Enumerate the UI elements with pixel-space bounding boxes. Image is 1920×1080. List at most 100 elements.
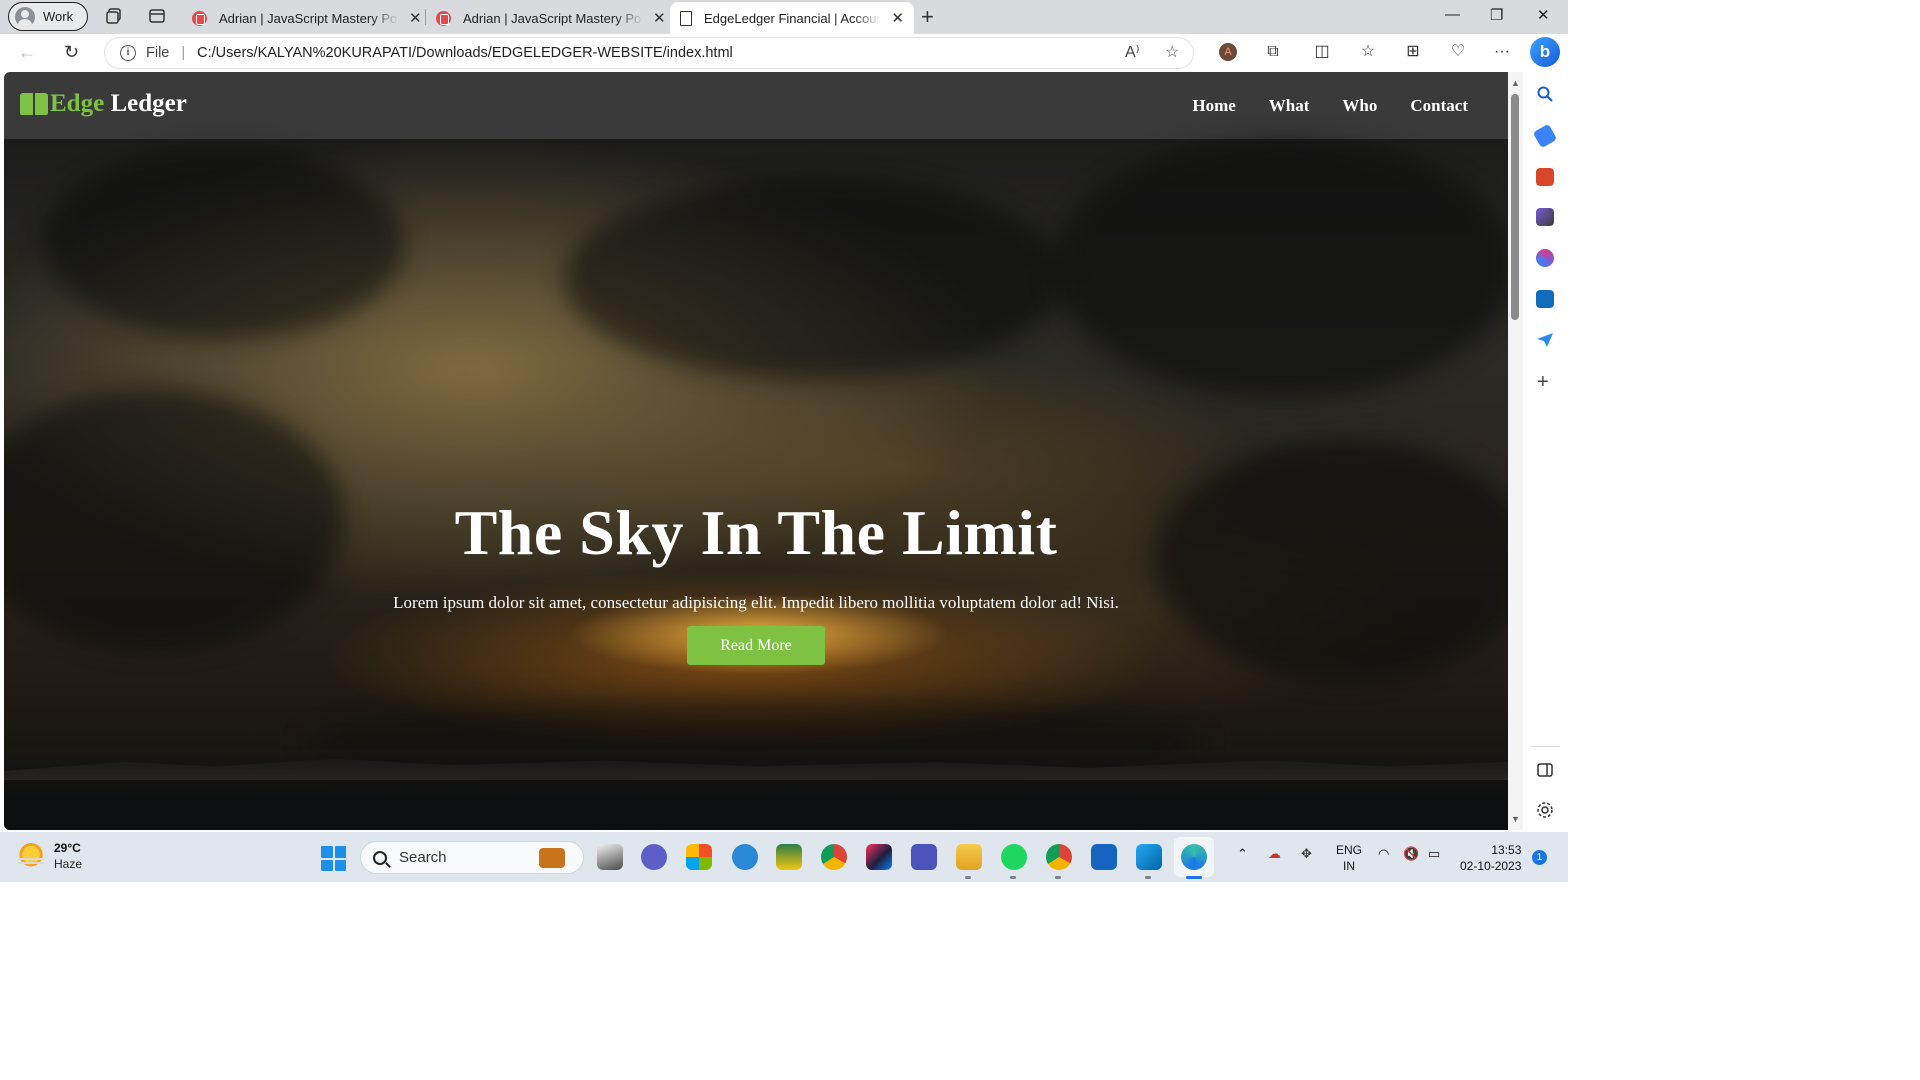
file-explorer-icon[interactable] xyxy=(956,844,982,870)
scheme-label: File xyxy=(146,45,170,61)
tab-title: Adrian | JavaScript Mastery Portfolio xyxy=(463,10,643,26)
logo-accent-text: Edge xyxy=(50,90,105,117)
chrome-profile-icon[interactable] xyxy=(1046,844,1072,870)
sidebar-drop-icon[interactable] xyxy=(1536,331,1554,349)
extension-avatar-icon[interactable]: A xyxy=(1219,43,1237,61)
sidebar-search-icon[interactable] xyxy=(1536,85,1554,103)
clock-date: 02-10-2023 xyxy=(1460,859,1522,873)
site-logo[interactable]: Edge Ledger xyxy=(20,90,187,118)
sidebar-tools-icon[interactable] xyxy=(1536,168,1554,186)
tab-actions-icon[interactable] xyxy=(148,7,166,25)
tab-adrian-1[interactable]: Adrian | JavaScript Mastery Portfolio ✕ xyxy=(182,2,432,34)
running-indicator xyxy=(1010,876,1016,879)
language-indicator[interactable]: ENG IN xyxy=(1336,842,1362,874)
search-highlight-icon xyxy=(539,848,565,868)
windows-taskbar: 29°C Haze Search ⌃ ☁ ✥ ENG IN ◠ 🔇 ▭ 13:5… xyxy=(0,832,1568,882)
language-line1: ENG xyxy=(1336,843,1363,857)
extensions-icon[interactable]: ⧉ xyxy=(1264,43,1282,61)
site-nav-links: Home What Who Contact xyxy=(1192,96,1468,116)
running-indicator xyxy=(965,876,971,879)
sidebar-shopping-icon[interactable] xyxy=(1532,123,1558,149)
hero-section: The Sky In The Limit Lorem ipsum dolor s… xyxy=(4,139,1508,830)
favorite-star-icon[interactable]: ☆ xyxy=(1165,42,1179,62)
hero-mountains xyxy=(4,750,1508,830)
hero-cloud xyxy=(44,149,404,339)
edge-browser-icon[interactable] xyxy=(1181,844,1207,870)
scroll-up-icon[interactable]: ▲ xyxy=(1511,78,1520,88)
read-aloud-icon[interactable]: A⁾ xyxy=(1125,42,1140,62)
teams-icon[interactable] xyxy=(911,844,937,870)
browser-toolbar: ← ↻ i File | C:/Users/KALYAN%20KURAPATI/… xyxy=(0,34,1568,72)
sidebar-add-icon[interactable]: + xyxy=(1537,371,1549,394)
dropbox-icon[interactable]: ✥ xyxy=(1301,846,1312,862)
close-window-icon[interactable]: ✕ xyxy=(1537,6,1550,24)
tab-close-icon[interactable]: ✕ xyxy=(891,9,904,27)
tab-edgeledger[interactable]: EdgeLedger Financial | Accounting ✕ xyxy=(670,2,914,34)
logo-text: Ledger xyxy=(104,90,187,117)
page-scrollbar[interactable]: ▲ ▼ xyxy=(1508,72,1523,830)
chrome-icon[interactable] xyxy=(821,844,847,870)
new-tab-icon[interactable]: + xyxy=(921,4,934,30)
weather-condition: Haze xyxy=(54,857,83,871)
favorites-icon[interactable]: ☆ xyxy=(1359,43,1377,61)
hero-cloud xyxy=(564,179,1064,379)
sidebar-games-icon[interactable] xyxy=(1536,208,1554,226)
sidebar-divider xyxy=(1530,746,1560,747)
collections-icon[interactable]: ⊞ xyxy=(1404,43,1422,61)
nav-link-who[interactable]: Who xyxy=(1342,96,1377,116)
taskbar-search[interactable]: Search xyxy=(360,841,584,874)
intellij-icon[interactable] xyxy=(866,844,892,870)
search-icon xyxy=(373,850,387,865)
sidebar-settings-icon[interactable] xyxy=(1536,801,1554,819)
page-document-icon xyxy=(680,10,692,26)
task-view-icon[interactable] xyxy=(597,844,623,870)
scroll-thumb[interactable] xyxy=(1511,94,1519,320)
url-text[interactable]: C:/Users/KALYAN%20KURAPATI/Downloads/EDG… xyxy=(197,45,733,61)
sidebar-microsoft365-icon[interactable] xyxy=(1536,249,1554,267)
vscode-icon[interactable] xyxy=(1136,844,1162,870)
refresh-icon[interactable]: ↻ xyxy=(64,42,79,63)
system-clock[interactable]: 13:53 02-10-2023 xyxy=(1460,842,1521,874)
taskbar-search-label: Search xyxy=(399,849,447,866)
hero-cloud xyxy=(1054,139,1508,399)
book-icon xyxy=(20,93,48,115)
split-screen-icon[interactable]: ◫ xyxy=(1313,43,1331,61)
wifi-icon[interactable]: ◠ xyxy=(1378,846,1389,862)
weather-widget[interactable]: 29°C Haze xyxy=(18,841,82,871)
browser-tab-strip: Work Adrian | JavaScript Mastery Portfol… xyxy=(0,0,1568,34)
tray-overflow-icon[interactable]: ⌃ xyxy=(1237,846,1248,862)
teams-chat-icon[interactable] xyxy=(641,844,667,870)
nav-link-contact[interactable]: Contact xyxy=(1410,96,1468,116)
restore-icon[interactable]: ❐ xyxy=(1490,6,1503,24)
studio-icon[interactable] xyxy=(1091,844,1117,870)
scroll-down-icon[interactable]: ▼ xyxy=(1511,814,1520,824)
app-installer-icon[interactable] xyxy=(776,844,802,870)
workspaces-icon[interactable] xyxy=(105,7,123,25)
clock-time: 13:53 xyxy=(1491,843,1522,857)
tab-adrian-2[interactable]: Adrian | JavaScript Mastery Portfolio ✕ xyxy=(426,2,676,34)
sidebar-hide-icon[interactable] xyxy=(1536,761,1554,779)
browser-essentials-icon[interactable]: ♡ xyxy=(1449,43,1467,61)
minimize-icon[interactable]: — xyxy=(1445,6,1460,23)
tab-close-icon[interactable]: ✕ xyxy=(653,9,666,27)
notification-badge[interactable]: 1 xyxy=(1532,850,1547,865)
sidebar-outlook-icon[interactable] xyxy=(1536,290,1554,308)
get-help-icon[interactable] xyxy=(732,844,758,870)
nav-link-home[interactable]: Home xyxy=(1192,96,1235,116)
site-info-icon[interactable]: i xyxy=(120,45,136,61)
bing-copilot-icon[interactable]: b xyxy=(1530,37,1560,67)
battery-icon[interactable]: ▭ xyxy=(1428,846,1440,862)
windows-start-icon[interactable] xyxy=(321,846,346,871)
microsoft-store-icon[interactable] xyxy=(686,844,712,870)
read-more-button[interactable]: Read More xyxy=(687,626,825,665)
back-icon[interactable]: ← xyxy=(18,42,36,63)
nav-link-what[interactable]: What xyxy=(1269,96,1310,116)
spotify-icon[interactable] xyxy=(1001,844,1027,870)
address-bar[interactable]: i File | C:/Users/KALYAN%20KURAPATI/Down… xyxy=(104,37,1194,69)
onedrive-error-icon[interactable]: ☁ xyxy=(1268,846,1281,862)
settings-more-icon[interactable]: ··· xyxy=(1493,43,1511,61)
profile-button[interactable]: Work xyxy=(8,2,88,31)
haze-weather-icon xyxy=(18,843,44,869)
volume-muted-icon[interactable]: 🔇 xyxy=(1403,846,1419,862)
tab-close-icon[interactable]: ✕ xyxy=(409,9,422,27)
